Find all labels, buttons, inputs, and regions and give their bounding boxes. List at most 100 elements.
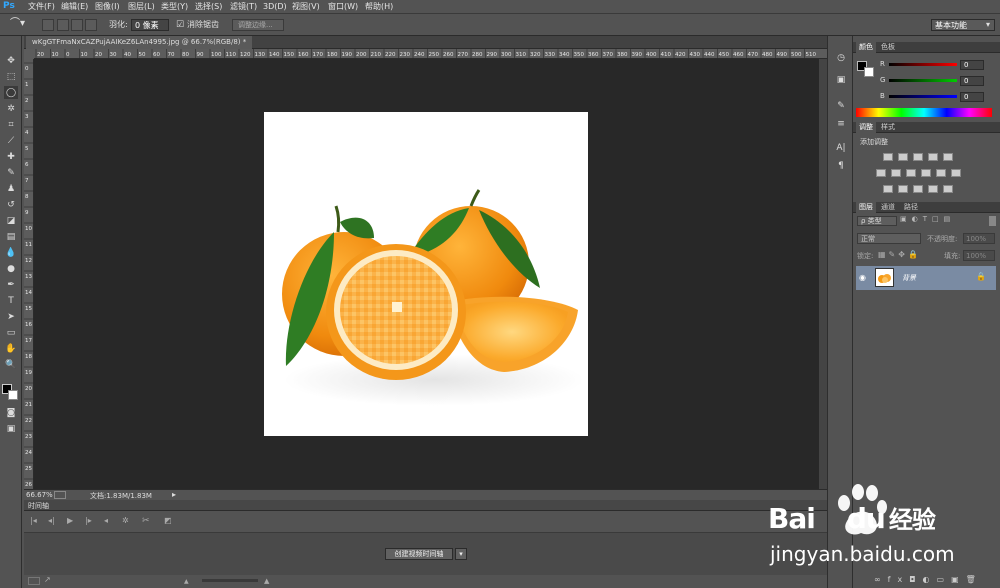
menu-select[interactable]: 选择(S) bbox=[195, 0, 222, 13]
black-white-icon[interactable] bbox=[906, 169, 916, 177]
curves-icon[interactable] bbox=[913, 153, 923, 161]
magic-wand-tool-icon[interactable]: ✲ bbox=[4, 102, 18, 115]
play-icon[interactable]: ▶ bbox=[67, 516, 73, 525]
tab-adjustments[interactable]: 调整 bbox=[856, 122, 876, 133]
history-icon[interactable]: ◷ bbox=[834, 52, 848, 64]
timeline-title[interactable]: 时间轴 bbox=[28, 501, 49, 511]
levels-icon[interactable] bbox=[898, 153, 908, 161]
eye-icon[interactable]: ◉ bbox=[859, 273, 866, 282]
menu-type[interactable]: 类型(Y) bbox=[161, 0, 188, 13]
layer-name[interactable]: 背景 bbox=[902, 273, 916, 283]
background-color-swatch[interactable] bbox=[8, 390, 18, 400]
menu-window[interactable]: 窗口(W) bbox=[328, 0, 358, 13]
layer-footer-icons[interactable]: ∞fx◘◐▭▣🗑 bbox=[874, 575, 983, 584]
zoom-in-icon[interactable]: ▲ bbox=[264, 577, 269, 585]
properties-icon[interactable]: ▣ bbox=[834, 74, 848, 86]
tab-layers[interactable]: 图层 bbox=[856, 202, 876, 213]
transition-icon[interactable]: ◩ bbox=[164, 516, 172, 525]
arrow-icon[interactable]: ↗ bbox=[44, 575, 51, 584]
hue-saturation-icon[interactable] bbox=[876, 169, 886, 177]
photo-filter-icon[interactable] bbox=[921, 169, 931, 177]
lasso-tool-icon[interactable]: ◯ bbox=[4, 86, 18, 99]
shape-tool-icon[interactable]: ▭ bbox=[4, 326, 18, 339]
scissors-icon[interactable]: ✂ bbox=[142, 516, 150, 526]
brush-presets-icon[interactable]: ✎ bbox=[834, 100, 848, 112]
healing-brush-tool-icon[interactable]: ✚ bbox=[4, 150, 18, 163]
exposure-icon[interactable] bbox=[928, 153, 938, 161]
layer-row[interactable]: ◉ 背景 🔒 bbox=[856, 266, 996, 290]
status-menu-icon[interactable]: ▸ bbox=[172, 490, 176, 499]
history-brush-tool-icon[interactable]: ↺ bbox=[4, 198, 18, 211]
channel-mixer-icon[interactable] bbox=[936, 169, 946, 177]
vertical-scrollbar[interactable] bbox=[819, 59, 827, 489]
lock-icons[interactable]: ▦✎✥🔒 bbox=[878, 250, 921, 259]
chevron-down-icon[interactable]: ▾ bbox=[455, 548, 467, 560]
zoom-tool-icon[interactable]: 🔍 bbox=[4, 358, 18, 371]
channel-g-value[interactable]: 0 bbox=[960, 76, 984, 86]
channel-r-slider[interactable] bbox=[889, 63, 957, 66]
film-icon[interactable] bbox=[28, 577, 40, 585]
menu-image[interactable]: 图像(I) bbox=[95, 0, 120, 13]
hand-tool-icon[interactable]: ✋ bbox=[4, 342, 18, 355]
gradient-map-icon[interactable] bbox=[928, 185, 938, 193]
eraser-tool-icon[interactable]: ◪ bbox=[4, 214, 18, 227]
bg-color-swatch[interactable] bbox=[864, 67, 874, 77]
posterize-icon[interactable] bbox=[898, 185, 908, 193]
crop-tool-icon[interactable]: ⌗ bbox=[4, 118, 18, 131]
channel-r-value[interactable]: 0 bbox=[960, 60, 984, 70]
first-frame-icon[interactable]: |◂ bbox=[30, 516, 37, 525]
menu-edit[interactable]: 编辑(E) bbox=[61, 0, 88, 13]
tab-channels[interactable]: 通道 bbox=[878, 202, 898, 213]
layer-filter-icons[interactable]: ▣◐T□▤ bbox=[900, 215, 955, 223]
create-video-timeline-button[interactable]: 创建视频时间轴 bbox=[385, 548, 453, 560]
selective-color-icon[interactable] bbox=[943, 185, 953, 193]
lasso-preset-icon[interactable]: ⌒▾ bbox=[10, 18, 25, 30]
brush-settings-icon[interactable]: ≡ bbox=[834, 118, 848, 130]
audio-icon[interactable]: ◂ bbox=[104, 516, 108, 525]
eyedropper-tool-icon[interactable]: ⟋ bbox=[4, 134, 18, 147]
brush-tool-icon[interactable]: ✎ bbox=[4, 166, 18, 179]
path-selection-tool-icon[interactable]: ➤ bbox=[4, 310, 18, 323]
blend-mode-select[interactable]: 正常 bbox=[857, 233, 921, 244]
menu-3d[interactable]: 3D(D) bbox=[263, 0, 287, 13]
dodge-tool-icon[interactable]: ● bbox=[4, 262, 18, 275]
paragraph-icon[interactable]: ¶ bbox=[834, 160, 848, 172]
brightness-icon[interactable] bbox=[883, 153, 893, 161]
move-tool-icon[interactable]: ✥ bbox=[4, 54, 18, 67]
fill-input[interactable]: 100% bbox=[963, 250, 995, 261]
screen-mode-icon[interactable]: ▣ bbox=[4, 422, 18, 435]
next-frame-icon[interactable]: |▸ bbox=[85, 516, 92, 525]
filter-toggle[interactable] bbox=[989, 216, 996, 226]
opacity-input[interactable]: 100% bbox=[963, 233, 995, 244]
intersect-selection-icon[interactable] bbox=[85, 19, 97, 31]
zoom-level[interactable]: 66.67% bbox=[26, 491, 53, 499]
add-selection-icon[interactable] bbox=[57, 19, 69, 31]
layer-kind-filter[interactable]: ρ 类型 bbox=[857, 216, 897, 226]
document-image[interactable] bbox=[264, 112, 588, 436]
gear-icon[interactable]: ✲ bbox=[122, 516, 129, 525]
gradient-tool-icon[interactable]: ▤ bbox=[4, 230, 18, 243]
color-lookup-icon[interactable] bbox=[951, 169, 961, 177]
export-icon[interactable] bbox=[54, 491, 66, 499]
prev-frame-icon[interactable]: ◂| bbox=[48, 516, 55, 525]
clone-stamp-tool-icon[interactable]: ♟ bbox=[4, 182, 18, 195]
invert-icon[interactable] bbox=[883, 185, 893, 193]
tab-paths[interactable]: 路径 bbox=[901, 202, 921, 213]
channel-b-slider[interactable] bbox=[889, 95, 957, 98]
menu-file[interactable]: 文件(F) bbox=[28, 0, 55, 13]
color-spectrum[interactable] bbox=[856, 108, 992, 117]
tab-swatches[interactable]: 色板 bbox=[878, 42, 898, 53]
new-selection-icon[interactable] bbox=[42, 19, 54, 31]
quick-mask-icon[interactable]: ◙ bbox=[4, 406, 18, 419]
blur-tool-icon[interactable]: 💧 bbox=[4, 246, 18, 259]
menu-view[interactable]: 视图(V) bbox=[292, 0, 320, 13]
marquee-tool-icon[interactable]: ⬚ bbox=[4, 70, 18, 83]
menu-help[interactable]: 帮助(H) bbox=[365, 0, 393, 13]
feather-input[interactable]: 0 像素 bbox=[131, 19, 169, 31]
refine-edge-button[interactable]: 调整边缘... bbox=[232, 19, 284, 31]
subtract-selection-icon[interactable] bbox=[71, 19, 83, 31]
antialias-checkbox[interactable]: ☑ bbox=[176, 19, 184, 31]
vibrance-icon[interactable] bbox=[943, 153, 953, 161]
tab-styles[interactable]: 样式 bbox=[878, 122, 898, 133]
timeline-zoom-slider[interactable] bbox=[202, 579, 258, 582]
